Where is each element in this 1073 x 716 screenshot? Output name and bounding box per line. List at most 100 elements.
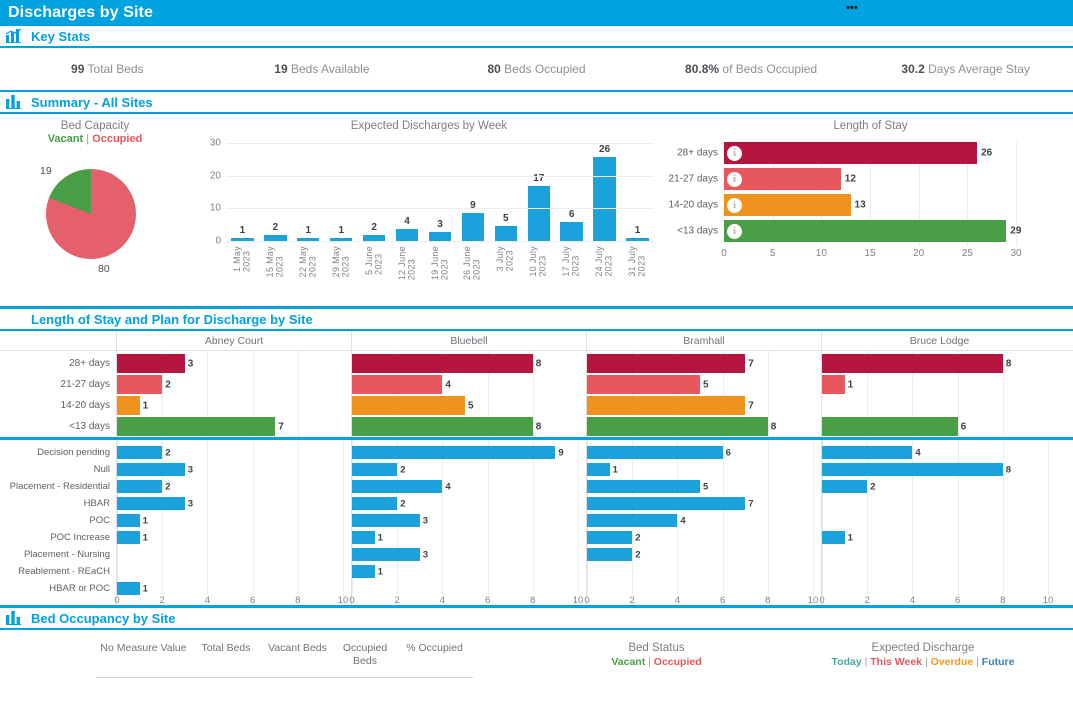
bar[interactable] [527,186,550,242]
bar[interactable] [352,396,465,415]
table-row[interactable]: 1 [822,374,1057,395]
bar[interactable] [352,375,443,394]
pie-slices[interactable] [46,169,136,259]
bar-column[interactable]: 2 15 May 2023 [259,144,292,277]
bar[interactable] [117,417,276,436]
table-row[interactable]: 1 [117,395,351,416]
table-row[interactable]: 7 [587,395,821,416]
table-row[interactable]: 2 [352,461,586,478]
bar[interactable]: i [724,194,851,216]
bar[interactable] [593,157,616,242]
length-of-stay-chart[interactable]: Length of Stay 28+ days i 26 21-27 days i 12 1… [668,114,1073,279]
bar[interactable] [117,446,163,459]
table-row[interactable]: 2 [117,444,351,461]
bar[interactable] [117,396,140,415]
bar[interactable] [560,222,583,242]
table-row[interactable]: 1 [352,563,586,580]
bar[interactable] [117,514,140,527]
bar[interactable] [822,480,868,493]
bar[interactable]: i [724,142,978,164]
table-row[interactable]: 8 [587,416,821,437]
bar-column[interactable]: 1 1 May 2023 [226,144,259,272]
table-row[interactable]: 2 [352,495,586,512]
table-row[interactable] [587,563,821,580]
table-row[interactable]: 3 [352,512,586,529]
bar[interactable] [587,497,746,510]
table-row[interactable]: 3 [117,353,351,374]
bar[interactable] [117,531,140,544]
info-icon[interactable]: i [727,145,742,161]
table-row[interactable] [822,495,1057,512]
table-row[interactable]: 2 [117,478,351,495]
los-row[interactable]: <13 days i 29 [677,220,1021,242]
bar-column[interactable]: 2 5 June 2023 [358,144,391,275]
expected-discharges-chart[interactable]: Expected Discharges by Week 1 1 May 2023 2… [190,114,668,280]
bar[interactable] [822,354,1003,373]
table-row[interactable]: 4 [352,374,586,395]
bar[interactable] [117,480,163,493]
table-row[interactable]: 5 [587,478,821,495]
bar-column[interactable]: 6 17 July 2023 [555,144,588,277]
bar-column[interactable]: 26 24 July 2023 [588,144,621,277]
table-row[interactable]: 3 [117,495,351,512]
bar[interactable] [352,565,375,578]
table-row[interactable]: 2 [822,478,1057,495]
table-row[interactable]: 2 [117,374,351,395]
info-icon[interactable]: i [727,223,742,239]
bar[interactable] [587,417,768,436]
table-row[interactable]: 3 [352,546,586,563]
bar-column[interactable]: 1 29 May 2023 [325,144,358,277]
table-row[interactable] [117,563,351,580]
bar[interactable]: i [724,168,841,190]
bar-column[interactable]: 4 12 June 2023 [391,144,424,280]
section-header-summary[interactable]: Summary - All Sites [0,92,1073,114]
bed-capacity-chart[interactable]: Bed Capacity Vacant | Occupied 19 80 [0,114,190,306]
bar[interactable] [352,446,556,459]
bar-column[interactable]: 9 26 June 2023 [456,144,489,280]
bar[interactable] [352,514,420,527]
bar[interactable] [352,480,443,493]
table-row[interactable]: 5 [587,374,821,395]
bar[interactable] [352,417,533,436]
bar[interactable] [587,375,700,394]
bar[interactable] [352,354,533,373]
bar-column[interactable]: 1 31 July 2023 [621,144,654,277]
bar[interactable] [822,375,845,394]
overflow-menu-icon[interactable]: ••• [846,3,858,14]
bar[interactable] [461,212,485,242]
table-row[interactable]: 7 [587,495,821,512]
bar[interactable] [587,463,610,476]
table-row[interactable]: 4 [587,512,821,529]
los-row[interactable]: 14-20 days i 13 [669,194,1016,216]
bar[interactable] [587,396,746,415]
table-row[interactable]: 1 [352,529,586,546]
table-row[interactable]: 4 [352,478,586,495]
bar[interactable] [822,417,958,436]
table-row[interactable]: 7 [587,353,821,374]
table-row[interactable]: 8 [822,353,1057,374]
bar[interactable] [352,548,420,561]
bar[interactable] [822,463,1003,476]
bar[interactable] [117,463,185,476]
bar[interactable] [822,446,913,459]
table-row[interactable]: 8 [352,353,586,374]
table-row[interactable]: 5 [352,395,586,416]
table-row[interactable]: 9 [352,444,586,461]
bar-column[interactable]: 1 22 May 2023 [292,144,325,277]
bar[interactable] [587,354,746,373]
info-icon[interactable]: i [727,171,742,187]
bar[interactable] [117,375,163,394]
table-row[interactable] [822,512,1057,529]
table-row[interactable]: 7 [117,416,351,437]
bar-column[interactable]: 5 3 July 2023 [489,144,522,271]
table-row[interactable] [822,395,1057,416]
bar[interactable] [587,480,700,493]
table-row[interactable]: 4 [822,444,1057,461]
table-row[interactable]: 1 [822,529,1057,546]
bar[interactable] [587,548,633,561]
table-row[interactable]: 2 [587,529,821,546]
table-row[interactable]: 8 [822,461,1057,478]
bar[interactable] [352,497,398,510]
bar[interactable] [494,225,518,242]
bar[interactable] [587,531,633,544]
